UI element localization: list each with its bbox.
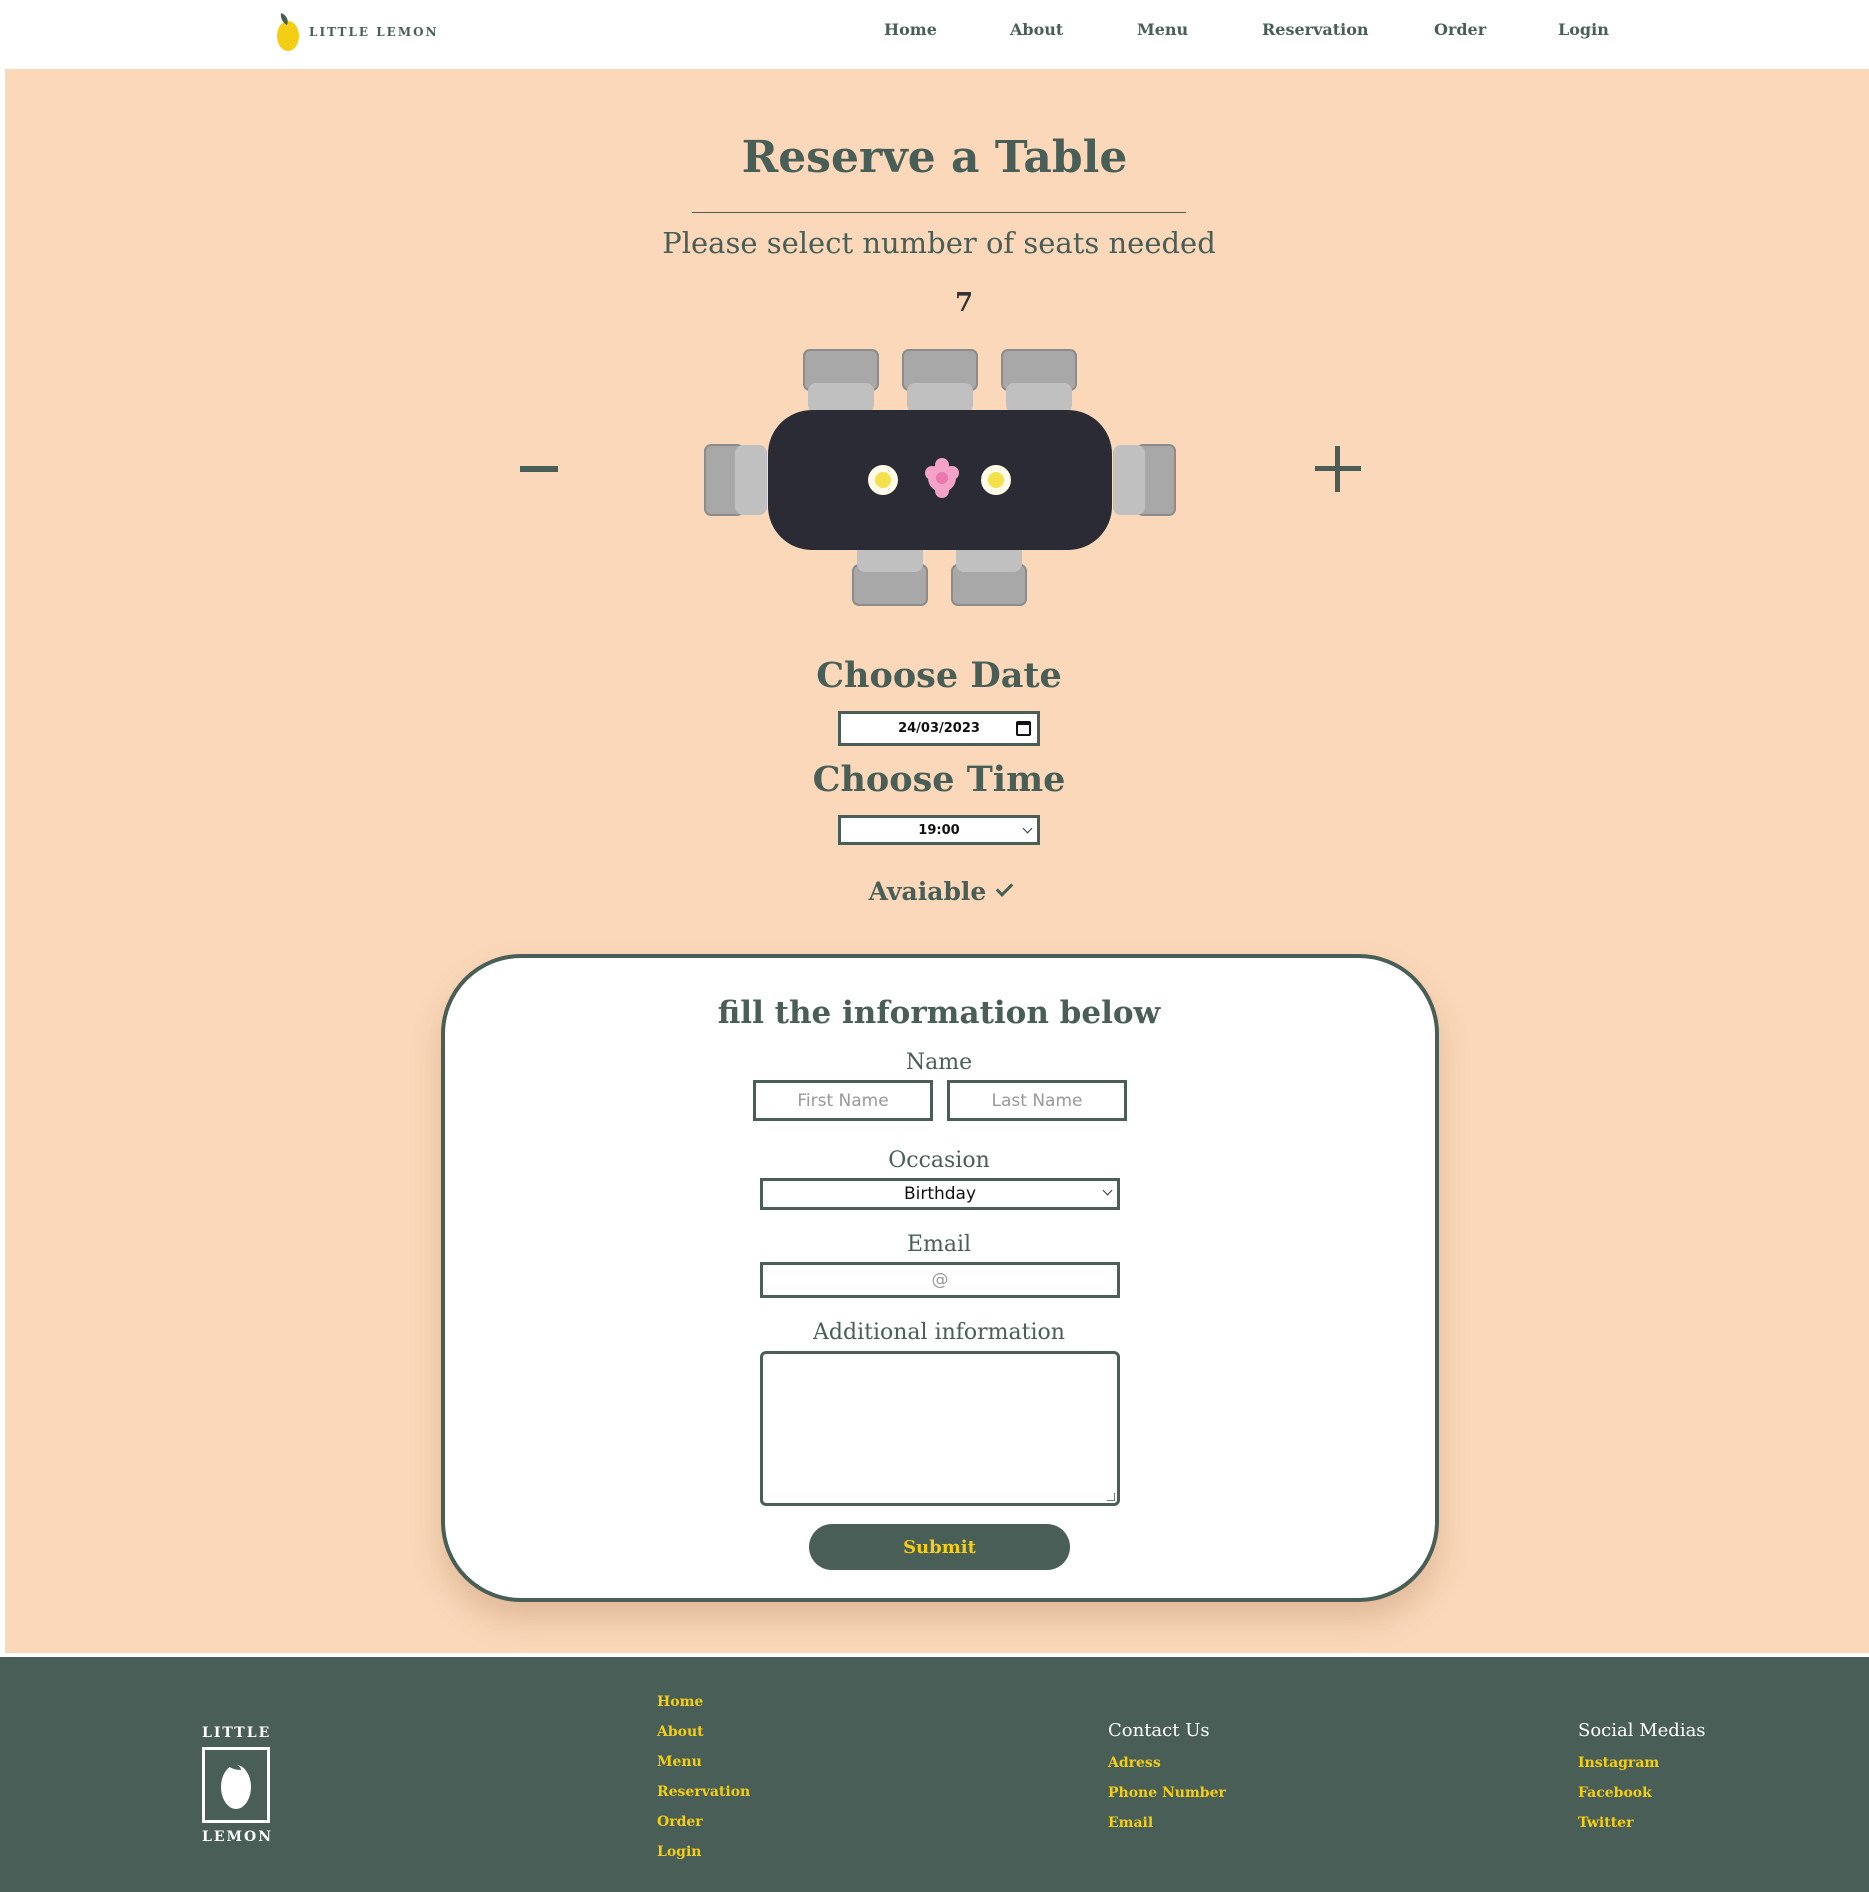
first-name-placeholder: First Name (797, 1090, 889, 1111)
social-heading: Social Medias (1578, 1720, 1706, 1741)
form-title: fill the information below (717, 995, 1161, 1031)
check-icon (996, 879, 1014, 897)
nav-reservation[interactable]: Reservation (1262, 20, 1369, 39)
contact-email-link[interactable]: Email (1108, 1815, 1153, 1831)
lemon-icon (221, 1763, 251, 1809)
email-input[interactable]: @ (760, 1262, 1120, 1298)
name-label: Name (905, 1050, 973, 1075)
time-select[interactable]: 19:00 (838, 815, 1040, 845)
footer-logo[interactable]: LITTLE LEMON (202, 1725, 274, 1845)
first-name-input[interactable]: First Name (753, 1080, 933, 1121)
date-value: 24/03/2023 (898, 721, 980, 736)
choose-time-heading: Choose Time (812, 759, 1066, 800)
contact-phone-link[interactable]: Phone Number (1108, 1785, 1226, 1801)
email-placeholder: @ (931, 1270, 949, 1290)
page-title: Reserve a Table (741, 132, 1128, 183)
footer-nav-order[interactable]: Order (657, 1814, 703, 1830)
seat-instructions: Please select number of seats needed (662, 226, 1216, 260)
footer-nav-reservation[interactable]: Reservation (657, 1784, 750, 1800)
choose-date-heading: Choose Date (816, 655, 1062, 696)
last-name-input[interactable]: Last Name (947, 1080, 1127, 1121)
nav-order[interactable]: Order (1434, 20, 1486, 39)
social-twitter-link[interactable]: Twitter (1578, 1815, 1633, 1831)
date-input[interactable]: 24/03/2023 (838, 711, 1040, 746)
contact-address-link[interactable]: Adress (1108, 1755, 1161, 1771)
resize-handle-icon[interactable] (1107, 1493, 1115, 1501)
calendar-icon[interactable] (1016, 721, 1031, 736)
chevron-down-icon (1102, 1185, 1113, 1196)
social-instagram-link[interactable]: Instagram (1578, 1755, 1659, 1771)
increase-seats-button[interactable] (1315, 446, 1361, 492)
table-illustration (704, 349, 1176, 606)
chevron-down-icon (1022, 823, 1033, 834)
lemon-icon (277, 13, 299, 51)
occasion-select[interactable]: Birthday (760, 1178, 1120, 1210)
time-value: 19:00 (918, 822, 960, 838)
footer-logo-top: LITTLE (202, 1725, 272, 1741)
availability-status: Avaiable (0, 877, 1869, 906)
nav-login[interactable]: Login (1558, 20, 1609, 39)
nav-about[interactable]: About (1010, 20, 1063, 39)
brand-name: LITTLE LEMON (309, 25, 439, 39)
availability-text: Avaiable (868, 877, 987, 906)
footer-logo-box (202, 1747, 270, 1823)
decrease-seats-button[interactable] (520, 466, 558, 472)
nav-menu[interactable]: Menu (1137, 20, 1188, 39)
occasion-label: Occasion (888, 1148, 990, 1173)
footer-nav-menu[interactable]: Menu (657, 1754, 702, 1770)
seat-count: 7 (954, 288, 974, 318)
nav-home[interactable]: Home (884, 20, 937, 39)
brand-logo[interactable]: LITTLE LEMON (275, 10, 439, 54)
footer-nav-login[interactable]: Login (657, 1844, 701, 1860)
site-header: LITTLE LEMON Home About Menu Reservation… (0, 0, 1869, 64)
footer-nav-home[interactable]: Home (657, 1694, 703, 1710)
last-name-placeholder: Last Name (991, 1090, 1083, 1111)
additional-info-textarea[interactable] (760, 1351, 1120, 1506)
footer-nav-about[interactable]: About (657, 1724, 704, 1740)
footer-logo-bottom: LEMON (202, 1829, 274, 1845)
site-footer (0, 1657, 1869, 1892)
email-label: Email (906, 1232, 972, 1257)
submit-button[interactable]: Submit (809, 1524, 1070, 1570)
title-divider (692, 212, 1186, 213)
contact-heading: Contact Us (1108, 1720, 1210, 1741)
occasion-value: Birthday (903, 1184, 977, 1204)
social-facebook-link[interactable]: Facebook (1578, 1785, 1652, 1801)
additional-info-label: Additional information (813, 1320, 1065, 1345)
